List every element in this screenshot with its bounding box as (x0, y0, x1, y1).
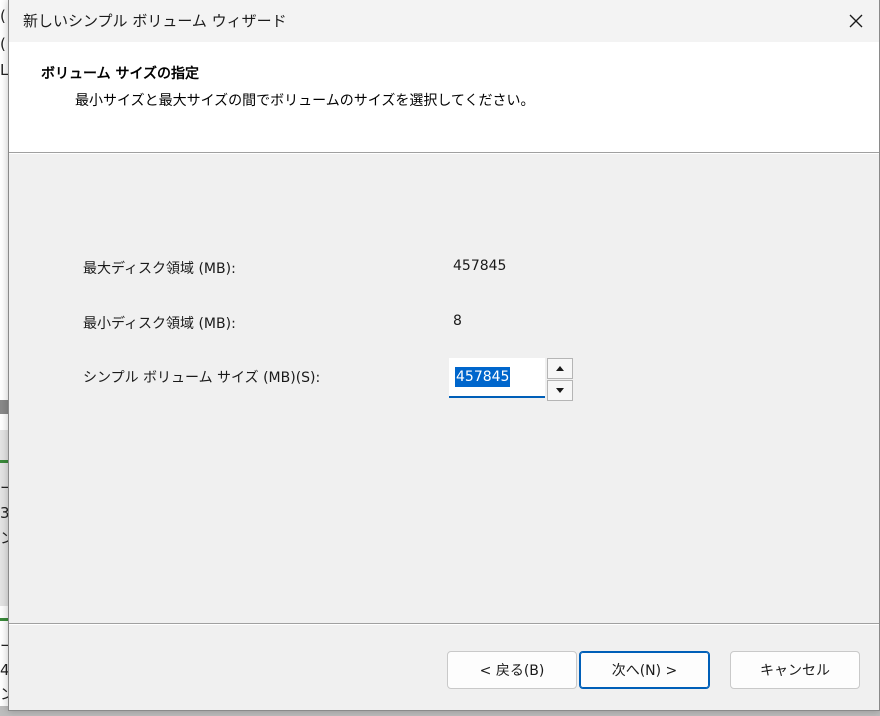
arrow-up-icon (556, 366, 564, 371)
cancel-button[interactable]: キャンセル (730, 651, 860, 689)
min-disk-space-label: 最小ディスク領域 (MB): (83, 316, 236, 332)
increment-button[interactable] (547, 358, 573, 379)
page-subtitle: 最小サイズと最大サイズの間でボリュームのサイズを選択してください。 (75, 93, 535, 109)
footer-divider (9, 623, 879, 625)
volume-size-selected-text: 457845 (455, 367, 511, 387)
background-text-fragment: ( (0, 7, 6, 25)
volume-size-input[interactable]: 457845 (449, 358, 545, 398)
max-disk-space-label: 最大ディスク領域 (MB): (83, 261, 236, 277)
max-disk-space-value: 457845 (453, 258, 507, 274)
title-bar: 新しいシンプル ボリューム ウィザード (9, 0, 879, 42)
page-title: ボリューム サイズの指定 (41, 66, 200, 82)
next-button[interactable]: 次へ(N) > (579, 651, 710, 689)
wizard-dialog: 新しいシンプル ボリューム ウィザード ボリューム サイズの指定 最小サイズと最… (8, 0, 880, 711)
stepper-buttons (547, 358, 573, 401)
min-disk-space-value: 8 (453, 313, 462, 329)
close-button[interactable] (833, 0, 879, 42)
back-button[interactable]: < 戻る(B) (447, 651, 577, 689)
decrement-button[interactable] (547, 380, 573, 401)
volume-size-stepper: 457845 (449, 358, 573, 401)
wizard-header: ボリューム サイズの指定 最小サイズと最大サイズの間でボリュームのサイズを選択し… (9, 42, 879, 152)
close-icon (849, 14, 863, 28)
arrow-down-icon (556, 388, 564, 393)
volume-size-label: シンプル ボリューム サイズ (MB)(S): (83, 370, 321, 386)
window-title: 新しいシンプル ボリューム ウィザード (23, 12, 287, 30)
header-divider (9, 152, 879, 154)
background-text-fragment: ( (0, 35, 6, 53)
